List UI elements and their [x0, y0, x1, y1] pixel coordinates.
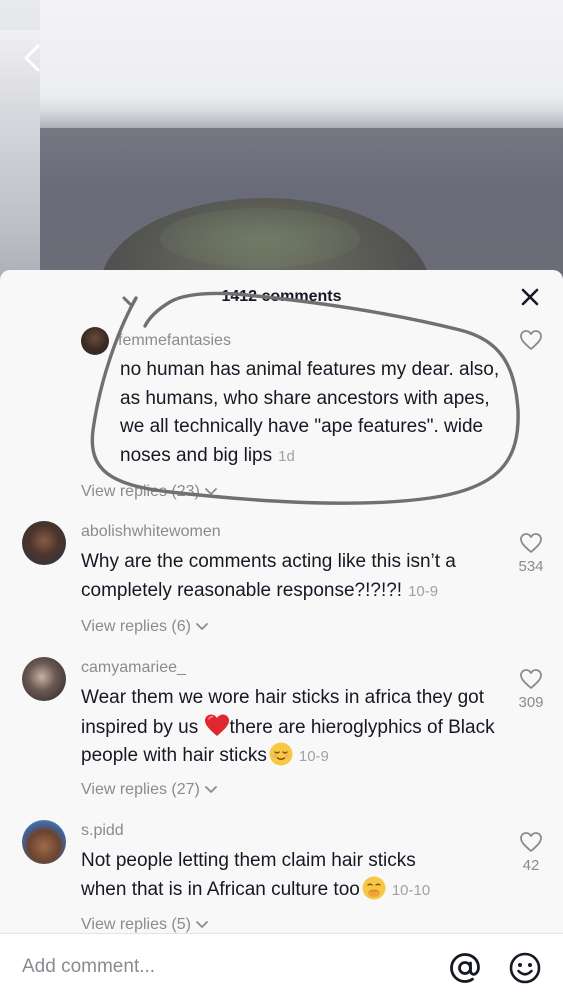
chevron-down-icon	[204, 488, 217, 495]
comment-composer: Add comment...	[0, 933, 563, 1000]
at-sign-icon	[450, 953, 480, 983]
chevron-left-icon	[24, 44, 40, 72]
comment-username[interactable]: femmefantasies	[118, 332, 231, 350]
comment-body: Why are the comments acting like this is…	[81, 551, 456, 601]
comment-timestamp: 10-10	[391, 881, 431, 899]
comment-timestamp: 10-9	[298, 748, 329, 765]
like-button[interactable]	[517, 831, 545, 858]
view-replies-button[interactable]: View replies (23)	[81, 483, 218, 501]
comment-username[interactable]: camyamariee_	[81, 659, 186, 677]
view-replies-label: View replies (5)	[81, 916, 191, 933]
comment-text: no human has animal features my dear. al…	[120, 356, 510, 471]
avatar[interactable]	[22, 820, 66, 864]
comments-sheet: 1412 comments femmefantasies no human ha…	[0, 270, 563, 1000]
view-replies-label: View replies (27)	[81, 781, 200, 798]
view-replies-button[interactable]: View replies (27)	[81, 781, 218, 799]
comment-timestamp: 10-9	[408, 582, 439, 600]
chevron-down-icon	[196, 623, 208, 630]
avatar[interactable]	[22, 657, 66, 701]
like-button[interactable]	[517, 532, 545, 559]
video-wall	[40, 0, 563, 128]
heart-outline-icon	[520, 669, 542, 689]
avatar[interactable]	[81, 327, 109, 355]
heart-outline-icon	[520, 533, 542, 553]
chevron-down-icon	[204, 786, 217, 793]
like-count: 309	[518, 694, 544, 711]
view-replies-button[interactable]: View replies (6)	[81, 618, 209, 636]
emoji-button[interactable]	[508, 951, 542, 985]
close-button[interactable]	[519, 286, 541, 308]
sheet-header: 1412 comments	[0, 270, 563, 322]
like-count: 42	[522, 857, 540, 874]
like-button[interactable]	[517, 329, 545, 356]
video-background	[0, 0, 563, 290]
heart-outline-icon	[520, 330, 542, 350]
like-count: 534	[518, 558, 544, 575]
back-button[interactable]	[18, 40, 48, 76]
face-with-hand-emoji-icon	[362, 876, 386, 899]
comment-timestamp: 1d	[278, 447, 295, 465]
add-comment-input[interactable]: Add comment...	[22, 956, 155, 978]
heart-outline-icon	[520, 832, 542, 852]
smiley-icon	[509, 952, 541, 984]
comment-body: no human has animal features my dear. al…	[120, 359, 500, 466]
comment-username[interactable]: s.pidd	[81, 822, 124, 840]
avatar[interactable]	[22, 521, 66, 565]
comment-count: 1412 comments	[221, 288, 342, 305]
comment-text: Why are the comments acting like this is…	[81, 548, 501, 606]
view-replies-label: View replies (6)	[81, 618, 191, 635]
comment-text: Not people letting them claim hair stick…	[81, 847, 451, 905]
view-replies-label: View replies (23)	[81, 483, 200, 500]
relieved-face-emoji-icon	[269, 742, 293, 766]
view-replies-button[interactable]: View replies (5)	[81, 916, 209, 934]
comment-username[interactable]: abolishwhitewomen	[81, 523, 221, 541]
red-heart-emoji-icon	[204, 714, 229, 736]
comment-text: Wear them we wore hair sticks in africa …	[81, 684, 501, 772]
close-icon	[521, 288, 539, 306]
like-button[interactable]	[517, 668, 545, 695]
mention-button[interactable]	[448, 951, 482, 985]
chevron-down-icon	[196, 921, 208, 928]
